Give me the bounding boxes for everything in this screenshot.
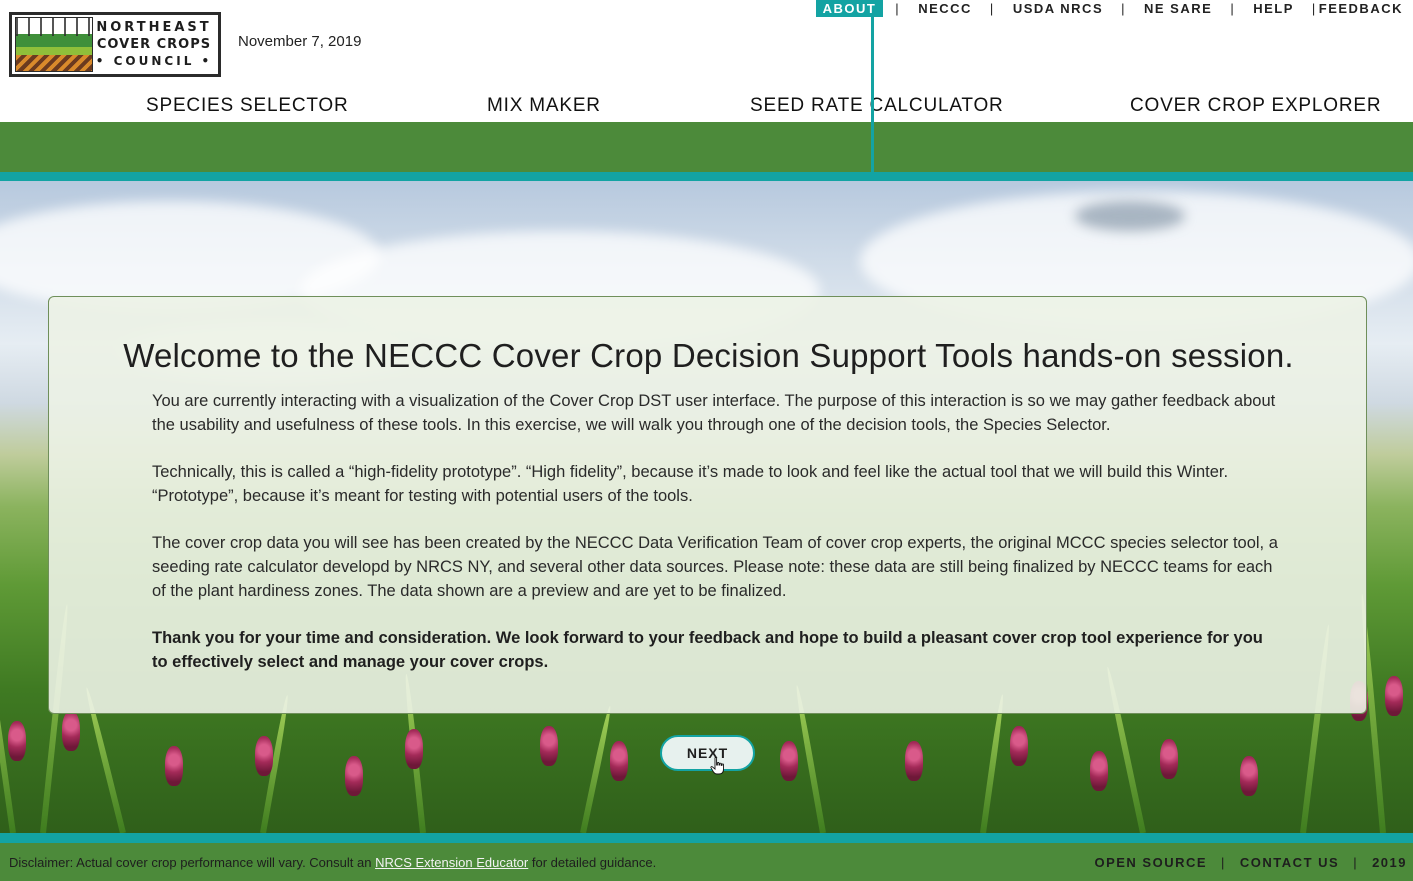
clover-flower — [540, 726, 558, 766]
clover-flower — [255, 736, 273, 776]
topnav-separator: | — [1230, 1, 1236, 16]
cloud — [1075, 201, 1185, 231]
welcome-closing: Thank you for your time and consideratio… — [152, 628, 1263, 671]
top-nav: ABOUT | NECCC | USDA NRCS | NE SARE | HE… — [815, 0, 1409, 17]
green-banner — [0, 122, 1413, 172]
clover-flower — [1010, 726, 1028, 766]
welcome-body: You are currently interacting with a vis… — [152, 390, 1282, 698]
welcome-panel: Welcome to the NECCC Cover Crop Decision… — [48, 296, 1367, 714]
nav-cover-crop-explorer[interactable]: COVER CROP EXPLORER — [1130, 95, 1381, 117]
nav-seed-rate-calculator[interactable]: SEED RATE CALCULATOR — [750, 95, 1004, 117]
footer-contact-us[interactable]: CONTACT US — [1240, 855, 1339, 870]
clover-flower — [610, 741, 628, 781]
active-indicator-line — [871, 17, 874, 172]
topnav-about[interactable]: ABOUT — [815, 0, 884, 17]
footer-open-source[interactable]: OPEN SOURCE — [1094, 855, 1207, 870]
clover-flower — [345, 756, 363, 796]
disclaimer-text: Disclaimer: Actual cover crop performanc… — [9, 855, 376, 870]
topnav-help[interactable]: HELP — [1247, 0, 1300, 17]
header: NORTHEAST COVER CROPS • COUNCIL • Novemb… — [0, 0, 1413, 122]
disclaimer: Disclaimer: Actual cover crop performanc… — [9, 855, 656, 870]
topnav-neccc[interactable]: NECCC — [912, 0, 978, 17]
main-nav: SPECIES SELECTOR MIX MAKER SEED RATE CAL… — [0, 95, 1413, 122]
teal-divider — [0, 172, 1413, 181]
topnav-separator: | — [1121, 1, 1127, 16]
neccc-logo[interactable]: NORTHEAST COVER CROPS • COUNCIL • — [9, 12, 221, 77]
welcome-paragraph: The cover crop data you will see has bee… — [152, 534, 1278, 600]
nrcs-extension-educator-link[interactable]: NRCS Extension Educator — [375, 855, 528, 870]
logo-line-1: NORTHEAST — [96, 20, 212, 35]
welcome-paragraph: Technically, this is called a “high-fide… — [152, 463, 1229, 505]
topnav-separator: | — [1311, 1, 1317, 16]
clover-flower — [780, 741, 798, 781]
footer: Disclaimer: Actual cover crop performanc… — [0, 843, 1413, 881]
clover-flower — [1160, 739, 1178, 779]
clover-flower — [62, 711, 80, 751]
clover-flower — [165, 746, 183, 786]
session-date: November 7, 2019 — [238, 33, 362, 50]
clover-flower — [1090, 751, 1108, 791]
hand-pointer-cursor-icon — [710, 757, 724, 775]
topnav-ne-sare[interactable]: NE SARE — [1138, 0, 1218, 17]
topnav-usda-nrcs[interactable]: USDA NRCS — [1007, 0, 1109, 17]
topnav-feedback[interactable]: FEEDBACK — [1319, 0, 1409, 17]
footer-teal-divider — [0, 833, 1413, 843]
clover-flower — [8, 721, 26, 761]
topnav-separator: | — [895, 1, 901, 16]
clover-flower — [905, 741, 923, 781]
footer-separator: | — [1353, 855, 1359, 870]
grass-blade — [580, 705, 613, 833]
logo-text: NORTHEAST COVER CROPS • COUNCIL • — [93, 19, 215, 70]
hero-background: Welcome to the NECCC Cover Crop Decision… — [0, 181, 1413, 833]
topnav-separator: | — [989, 1, 995, 16]
nav-mix-maker[interactable]: MIX MAKER — [487, 95, 601, 117]
clover-flower — [1240, 756, 1258, 796]
logo-line-3: • COUNCIL • — [95, 54, 213, 68]
grass-blade — [980, 693, 1006, 833]
footer-links: OPEN SOURCE | CONTACT US | 2019 — [1094, 855, 1407, 870]
disclaimer-text: for detailed guidance. — [528, 855, 657, 870]
footer-year: 2019 — [1372, 855, 1407, 870]
footer-separator: | — [1221, 855, 1226, 870]
farm-field-logo-icon — [15, 17, 93, 72]
nav-species-selector[interactable]: SPECIES SELECTOR — [146, 95, 349, 117]
clover-flower — [405, 729, 423, 769]
logo-line-2: COVER CROPS — [96, 37, 212, 52]
clover-flower — [1385, 676, 1403, 716]
welcome-paragraph: You are currently interacting with a vis… — [152, 392, 1276, 434]
next-button[interactable]: NEXT — [660, 735, 755, 771]
welcome-title: Welcome to the NECCC Cover Crop Decision… — [123, 337, 1294, 374]
